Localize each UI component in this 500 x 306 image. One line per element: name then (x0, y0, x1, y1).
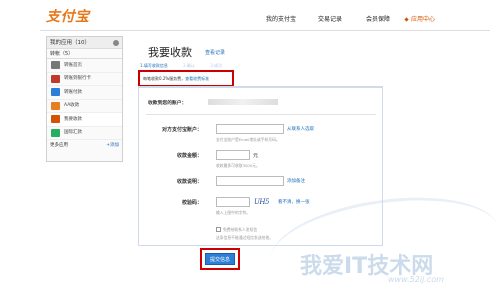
amount-hint: 收款最多可收取3000元。 (216, 163, 260, 168)
account-label: 收款到您的账户： (148, 101, 187, 106)
payer-label: 对方支付宝账户： (161, 127, 202, 133)
submit-button[interactable]: 提交信息 (205, 253, 235, 265)
add-app-link[interactable]: +添加 (106, 140, 119, 151)
sidebar-item-aa[interactable]: AA收款 (47, 100, 122, 113)
global-icon (51, 128, 60, 137)
step-3: 3.成功 (210, 63, 223, 68)
sms-checkbox[interactable] (216, 227, 221, 232)
watermark-url: www.52ij.com (388, 275, 444, 284)
diamond-icon (404, 17, 409, 22)
amount-label: 收款金额： (176, 153, 202, 159)
sms-hint: 这条信息不能通过短信发送给他。 (216, 235, 273, 240)
top-bar: 支付宝 我的支付宝 交易记录 会员保障 应用中心 (0, 0, 500, 30)
sidebar-item-bank-card[interactable]: 转账到银行卡 (47, 73, 122, 86)
sidebar-more: 更多应用 +添加 (47, 140, 122, 151)
sms-label: 免费给联系人发短信 (223, 227, 258, 232)
gear-icon[interactable] (113, 40, 119, 46)
more-apps-link[interactable]: 更多应用 (50, 140, 68, 151)
nav-member-protection[interactable]: 会员保障 (366, 14, 390, 23)
progress-steps: 1.填写收款信息 2.确认 3.成功 (140, 63, 222, 69)
fee-standard-link[interactable]: 查看收费标准 (185, 76, 209, 81)
note-label: 收款说明： (176, 179, 202, 185)
captcha-image: UH5 (254, 198, 269, 206)
alipay-logo[interactable]: 支付宝 (46, 6, 90, 26)
bank-card-icon (51, 74, 60, 83)
pay-icon (51, 88, 60, 97)
captcha-input[interactable] (216, 197, 250, 207)
house-icon (51, 61, 60, 70)
payer-input[interactable] (216, 124, 284, 134)
nav-app-center[interactable]: 应用中心 (404, 14, 435, 23)
form-divider (146, 114, 376, 115)
divider (40, 30, 490, 31)
select-contact-link[interactable]: 从联系人选取 (287, 126, 314, 132)
nav-my-alipay[interactable]: 我的支付宝 (266, 14, 296, 23)
page-title: 我要收款 (148, 46, 192, 59)
fee-notice: 每笔收款0.2%服务费，查看收费标准 (138, 70, 234, 87)
payer-hint: 支付宝账户是Email地址或手机号码。 (216, 137, 280, 142)
receive-icon (51, 115, 60, 124)
sidebar-title: 我的应用（10） (47, 37, 122, 49)
submit-highlight: 提交信息 (200, 248, 240, 270)
note-input[interactable] (216, 176, 284, 186)
nav-transactions[interactable]: 交易记录 (318, 14, 342, 23)
sidebar-item-global[interactable]: 国际汇款 (47, 127, 122, 140)
sidebar-subtitle[interactable]: 转帐（5） (47, 49, 122, 59)
sidebar-item-pay[interactable]: 转账付款 (47, 86, 122, 100)
sidebar-item-transfer-home[interactable]: 转账首页 (47, 59, 122, 73)
step-2: 2.确认 (183, 63, 195, 68)
sidebar-item-receive[interactable]: 我要收款 (47, 113, 122, 127)
step-1: 1.填写收款信息 (140, 63, 168, 68)
sidebar: 我的应用（10） 转帐（5） 转账首页 转账到银行卡 转账付款 AA收款 我要收… (46, 36, 123, 162)
view-records-link[interactable]: 查看记录 (205, 49, 225, 56)
add-note-link[interactable]: 添加备注 (287, 178, 305, 184)
captcha-label: 校验码： (181, 200, 202, 206)
refresh-captcha-link[interactable]: 看不清，换一张 (278, 199, 310, 205)
aa-icon (51, 101, 60, 110)
account-value-blurred (208, 99, 278, 105)
amount-input[interactable] (216, 150, 250, 160)
captcha-hint: 输入上图中的字符。 (216, 210, 251, 215)
amount-unit: 元 (253, 153, 259, 159)
